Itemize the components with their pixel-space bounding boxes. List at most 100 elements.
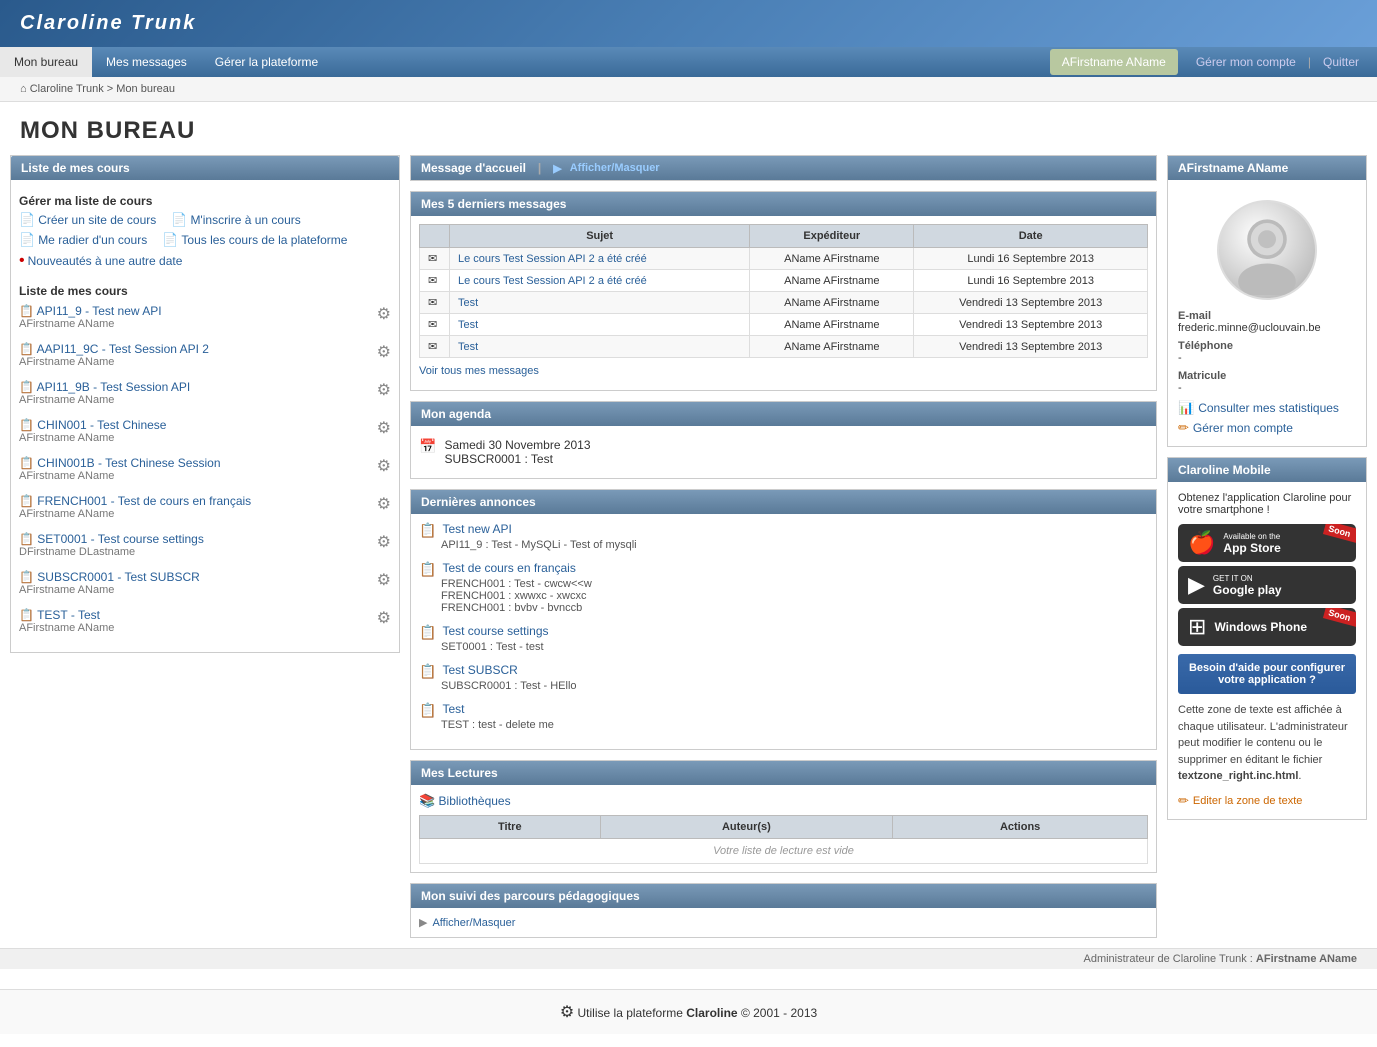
announce-icon: 📋 — [419, 663, 436, 680]
msg-subject: Le cours Test Session API 2 a été créé — [450, 248, 750, 270]
course-settings-icon[interactable]: ⚙ — [377, 494, 391, 514]
course-teacher: AFirstname AName — [19, 394, 377, 406]
msg-sender: AName AFirstname — [750, 314, 914, 336]
see-all-messages-link[interactable]: Voir tous mes messages — [419, 365, 539, 377]
course-doc-icon: 📋 — [19, 494, 34, 508]
nav-gerer-compte[interactable]: Gérer mon compte — [1188, 49, 1304, 75]
mobile-section: Claroline Mobile Obtenez l'application C… — [1167, 457, 1367, 820]
course-link[interactable]: API11_9 - Test new API — [37, 304, 162, 318]
nav-mon-bureau[interactable]: Mon bureau — [0, 47, 92, 77]
matricule-value: - — [1178, 382, 1356, 394]
stats-link[interactable]: Consulter mes statistiques — [1198, 401, 1339, 415]
msg-envelope-icon: ✉ — [420, 270, 450, 292]
course-settings-icon[interactable]: ⚙ — [377, 342, 391, 362]
announce-title-link[interactable]: Test de cours en français — [442, 561, 575, 575]
messages-title: Mes 5 derniers messages — [421, 197, 566, 211]
doc-icon-2: 📄 — [171, 212, 187, 228]
msg-envelope-icon: ✉ — [420, 336, 450, 358]
news-link[interactable]: Nouveautés à une autre date — [28, 254, 183, 268]
message-row: ✉ Test AName AFirstname Vendredi 13 Sept… — [420, 292, 1148, 314]
filename: textzone_right.inc.html — [1178, 770, 1298, 782]
course-link[interactable]: CHIN001 - Test Chinese — [37, 418, 166, 432]
breadcrumb-claroline[interactable]: Claroline Trunk — [30, 83, 104, 95]
msg-sender: AName AFirstname — [750, 336, 914, 358]
announce-item: 📋 Test course settings SET0001 : Test - … — [419, 624, 1148, 653]
nav-mes-messages[interactable]: Mes messages — [92, 47, 201, 77]
msg-subject-link[interactable]: Le cours Test Session API 2 a été créé — [458, 275, 647, 287]
announce-title-link[interactable]: Test — [442, 702, 464, 716]
msg-subject-link[interactable]: Test — [458, 319, 478, 331]
email-field: E-mail frederic.minne@uclouvain.be — [1178, 310, 1356, 334]
course-teacher: AFirstname AName — [19, 508, 377, 520]
course-link[interactable]: TEST - Test — [37, 608, 100, 622]
subscribe-course-link[interactable]: M'inscrire à un cours — [190, 213, 300, 227]
course-settings-icon[interactable]: ⚙ — [377, 456, 391, 476]
libraries-link[interactable]: Bibliothèques — [439, 794, 511, 808]
admin-text: Administrateur de Claroline Trunk : — [1084, 953, 1256, 965]
course-item: 📋 CHIN001B - Test Chinese Session AFirst… — [19, 454, 391, 484]
announce-detail: API11_9 : Test - MySQLi - Test of mysqli — [419, 539, 1148, 551]
navbar: Mon bureau Mes messages Gérer la platefo… — [0, 47, 1377, 77]
course-link[interactable]: SUBSCR0001 - Test SUBSCR — [37, 570, 200, 584]
google-play-button[interactable]: ▶ GET IT ON Google play — [1178, 566, 1356, 604]
msg-subject-link[interactable]: Test — [458, 297, 478, 309]
avatar-container — [1178, 190, 1356, 310]
col-sender: Expéditeur — [750, 225, 914, 248]
windows-phone-button[interactable]: ⊞ Windows Phone Soon — [1178, 608, 1356, 646]
msg-subject-link[interactable]: Test — [458, 341, 478, 353]
nav-quitter[interactable]: Quitter — [1315, 49, 1367, 75]
col-title: Titre — [420, 816, 601, 839]
manage-account-link[interactable]: Gérer mon compte — [1193, 421, 1293, 435]
course-link[interactable]: API11_9B - Test Session API — [37, 380, 191, 394]
msg-date: Vendredi 13 Septembre 2013 — [914, 292, 1148, 314]
course-teacher: DFirstname DLastname — [19, 546, 377, 558]
navbar-left: Mon bureau Mes messages Gérer la platefo… — [0, 47, 332, 77]
msg-subject: Le cours Test Session API 2 a été créé — [450, 270, 750, 292]
edit-zone-link[interactable]: Editer la zone de texte — [1193, 795, 1302, 807]
readings-title: Mes Lectures — [421, 766, 498, 780]
course-doc-icon: 📋 — [19, 418, 34, 432]
create-course-link[interactable]: Créer un site de cours — [38, 213, 156, 227]
nav-gerer-plateforme[interactable]: Gérer la plateforme — [201, 47, 332, 77]
app-store-button[interactable]: 🍎 Available on the App Store Soon — [1178, 524, 1356, 562]
announce-icon: 📋 — [419, 522, 436, 539]
course-settings-icon[interactable]: ⚙ — [377, 418, 391, 438]
bullet-icon: • — [19, 252, 25, 270]
announce-title-link[interactable]: Test course settings — [442, 624, 548, 638]
course-link[interactable]: AAPI11_9C - Test Session API 2 — [37, 342, 209, 356]
unsubscribe-course-link[interactable]: Me radier d'un cours — [38, 233, 147, 247]
course-link[interactable]: FRENCH001 - Test de cours en français — [37, 494, 251, 508]
all-courses-link[interactable]: Tous les cours de la plateforme — [181, 233, 347, 247]
course-teacher: AFirstname AName — [19, 470, 377, 482]
avatar — [1217, 200, 1317, 300]
doc-icon-4: 📄 — [162, 232, 178, 248]
reading-empty-message: Votre liste de lecture est vide — [420, 839, 1148, 864]
pencil-icon: ✏ — [1178, 420, 1189, 436]
course-link[interactable]: CHIN001B - Test Chinese Session — [37, 456, 220, 470]
col-actions: Actions — [893, 816, 1148, 839]
suivi-toggle[interactable]: Afficher/Masquer — [432, 917, 515, 929]
site-title: Claroline Trunk — [20, 12, 1357, 35]
course-settings-icon[interactable]: ⚙ — [377, 380, 391, 400]
course-settings-icon[interactable]: ⚙ — [377, 608, 391, 628]
course-settings-icon[interactable]: ⚙ — [377, 304, 391, 324]
msg-date: Lundi 16 Septembre 2013 — [914, 270, 1148, 292]
course-settings-icon[interactable]: ⚙ — [377, 532, 391, 552]
edit-icon: ✏ — [1178, 793, 1189, 809]
announce-title-link[interactable]: Test new API — [442, 522, 511, 536]
announce-item: 📋 Test TEST : test - delete me — [419, 702, 1148, 731]
announce-title-link[interactable]: Test SUBSCR — [442, 663, 517, 677]
courses-list: 📋 API11_9 - Test new API AFirstname ANam… — [19, 302, 391, 636]
col-authors: Auteur(s) — [600, 816, 893, 839]
footer-right: Administrateur de Claroline Trunk : AFir… — [0, 948, 1377, 969]
course-settings-icon[interactable]: ⚙ — [377, 570, 391, 590]
matricule-field: Matricule - — [1178, 370, 1356, 394]
phone-label: Téléphone — [1178, 340, 1356, 352]
course-link[interactable]: SET0001 - Test course settings — [37, 532, 204, 546]
help-button[interactable]: Besoin d'aide pour configurer votre appl… — [1178, 654, 1356, 694]
course-item: 📋 API11_9 - Test new API AFirstname ANam… — [19, 302, 391, 332]
course-teacher: AFirstname AName — [19, 432, 377, 444]
msg-subject-link[interactable]: Le cours Test Session API 2 a été créé — [458, 253, 647, 265]
announce-item: 📋 Test new API API11_9 : Test - MySQLi -… — [419, 522, 1148, 551]
welcome-toggle[interactable]: Afficher/Masquer — [570, 162, 660, 174]
